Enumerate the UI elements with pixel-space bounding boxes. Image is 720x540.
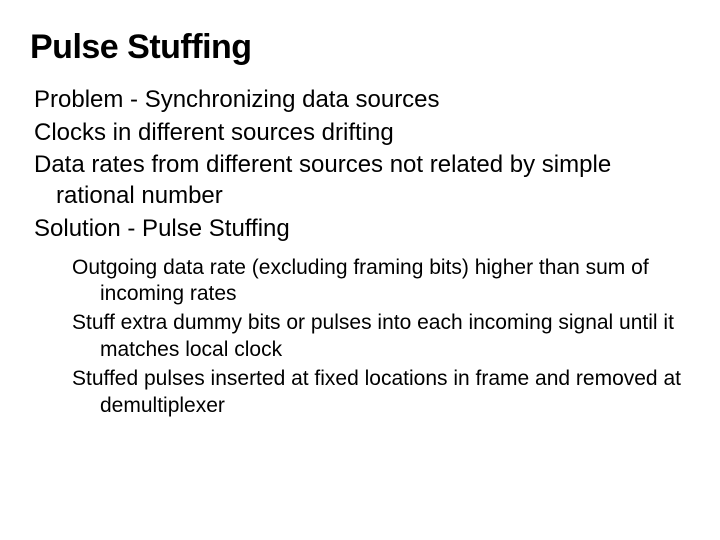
slide: Pulse Stuffing Problem - Synchronizing d… — [0, 0, 720, 540]
subpoint-stuff-bits: Stuff extra dummy bits or pulses into ea… — [72, 310, 690, 364]
slide-title: Pulse Stuffing — [30, 28, 690, 67]
point-clock-drift: Clocks in different sources drifting — [34, 118, 690, 149]
body-main: Problem - Synchronizing data sources Clo… — [30, 85, 690, 245]
point-problem: Problem - Synchronizing data sources — [34, 85, 690, 116]
subpoint-fixed-locations: Stuffed pulses inserted at fixed locatio… — [72, 366, 690, 420]
body-sub: Outgoing data rate (excluding framing bi… — [30, 255, 690, 420]
point-solution: Solution - Pulse Stuffing — [34, 214, 690, 245]
point-data-rates: Data rates from different sources not re… — [34, 150, 690, 211]
subpoint-outgoing-rate: Outgoing data rate (excluding framing bi… — [72, 255, 690, 309]
